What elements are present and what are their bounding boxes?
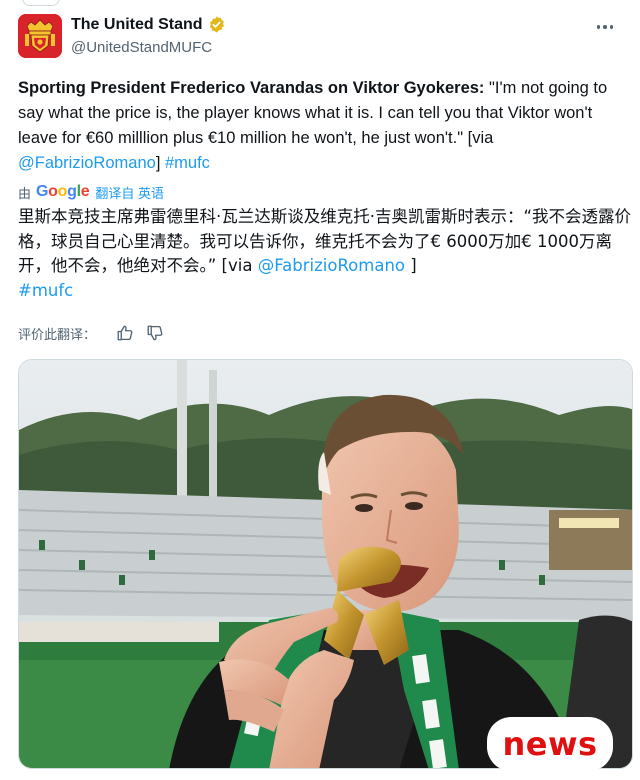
- hashtag-link[interactable]: #mufc: [165, 154, 210, 172]
- tweet-header: The United Stand @UnitedStandMUFC: [18, 14, 628, 64]
- rate-translation: 评价此翻译：: [18, 322, 164, 344]
- translated-mention-link[interactable]: @FabrizioRomano: [258, 256, 405, 275]
- news-badge: news: [487, 717, 613, 771]
- previous-item-nub: [22, 0, 60, 6]
- translated-text: 里斯本竞技主席弗雷德里科·瓦兰达斯谈及维克托·吉奥凯雷斯时表示：“我不会透露价格…: [18, 205, 632, 303]
- verified-badge-icon: [209, 16, 224, 33]
- tweet-text: Sporting President Frederico Varandas on…: [18, 76, 630, 176]
- tweet-text-tail: ]: [155, 154, 165, 172]
- handle[interactable]: @UnitedStandMUFC: [71, 39, 212, 56]
- translated-hashtag-link[interactable]: #mufc: [18, 281, 73, 300]
- thumbs-up-icon[interactable]: [116, 324, 134, 342]
- google-logo: Google: [36, 183, 90, 200]
- translate-source-link[interactable]: 翻译自 英语: [95, 183, 164, 202]
- thumbs-down-icon[interactable]: [146, 324, 164, 342]
- display-name[interactable]: The United Stand: [71, 16, 203, 34]
- more-options-icon[interactable]: [590, 16, 620, 38]
- avatar[interactable]: [18, 14, 62, 58]
- rate-translation-label: 评价此翻译：: [18, 327, 97, 343]
- translated-by-label: 由: [18, 185, 32, 201]
- translated-text-tail: ]: [405, 256, 417, 275]
- translation-attribution: 由 Google 翻译自 英语: [18, 182, 164, 202]
- previous-item-edge: [0, 0, 640, 6]
- mention-link[interactable]: @FabrizioRomano: [18, 154, 156, 172]
- tweet-text-bold: Sporting President Frederico Varandas on…: [18, 79, 485, 97]
- news-badge-text: news: [502, 725, 598, 763]
- tweet-photo[interactable]: [18, 359, 633, 769]
